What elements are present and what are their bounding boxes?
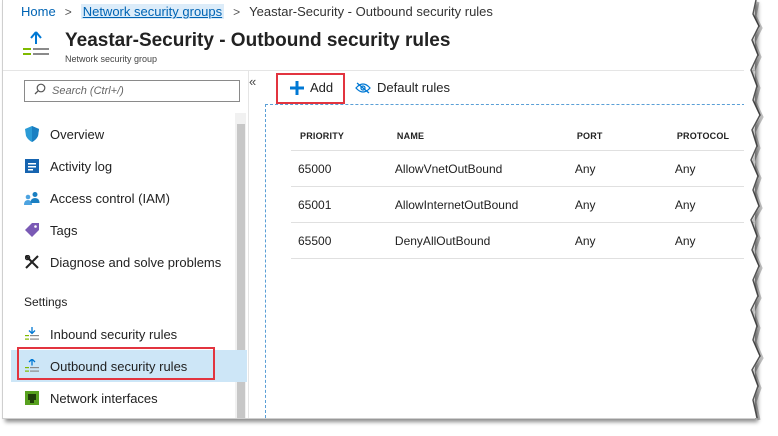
sidebar-item-network-interfaces[interactable]: Network interfaces [3,382,235,414]
outbound-rules-icon [23,30,49,65]
sidebar-item-inbound-rules[interactable]: Inbound security rules [3,318,235,350]
cell-protocol: Any [667,150,755,187]
page-title: Yeastar-Security - Outbound security rul… [65,30,451,51]
cell-protocol: Any [667,222,755,259]
sidebar-item-outbound-rules[interactable]: Outbound security rules [11,350,247,382]
tag-icon [24,222,40,238]
cell-name: AllowVnetOutBound [387,150,568,187]
column-header-priority[interactable]: PRIORITY [291,122,388,151]
collapse-sidebar-button[interactable]: « [249,74,256,89]
sidebar-item-label: Diagnose and solve problems [50,254,222,270]
cell-protocol: Any [667,186,755,223]
column-header-name[interactable]: NAME [388,122,568,151]
table-header-row: PRIORITY NAME PORT PROTOCOL [291,122,755,151]
activity-log-icon [24,158,40,174]
cell-priority: 65001 [291,186,388,223]
column-header-protocol[interactable]: PROTOCOL [668,122,755,151]
sidebar-item-label: Outbound security rules [50,358,188,374]
chevron-right-icon: > [64,4,72,19]
add-button-label: Add [310,80,334,95]
cell-name: AllowInternetOutBound [387,186,568,223]
sidebar-item-label: Network interfaces [50,390,158,406]
default-rules-label: Default rules [377,80,450,95]
plus-icon [290,80,304,95]
settings-section-label: Settings [24,295,68,309]
breadcrumb-home-link[interactable]: Home [21,4,56,19]
cell-priority: 65500 [291,222,388,259]
inbound-rules-icon [24,326,40,342]
sidebar-item-activity-log[interactable]: Activity log [3,150,235,182]
add-button[interactable]: Add [290,80,333,95]
cell-name: DenyAllOutBound [387,222,568,259]
sidebar-item-diagnose[interactable]: Diagnose and solve problems [3,246,235,278]
sidebar-item-overview[interactable]: Overview [3,118,235,150]
sidebar-item-access-control[interactable]: Access control (IAM) [3,182,235,214]
sidebar-item-label: Access control (IAM) [50,190,170,206]
page-subtitle: Network security group [65,54,158,64]
breadcrumb-nsg-link[interactable]: Network security groups [80,4,225,19]
sidebar-divider [248,71,249,418]
sidebar-item-label: Inbound security rules [50,326,178,342]
table-row[interactable]: 65500 DenyAllOutBound Any Any [291,222,755,259]
portal-frame: Home > Network security groups > Yeastar… [2,0,755,419]
sidebar-item-tags[interactable]: Tags [3,214,235,246]
breadcrumb-current: Yeastar-Security - Outbound security rul… [249,4,493,19]
cell-port: Any [567,186,668,223]
column-header-port[interactable]: PORT [568,122,668,151]
outbound-rules-table: PRIORITY NAME PORT PROTOCOL 65000 AllowV… [291,122,755,259]
search-box[interactable] [24,80,240,102]
people-icon [24,190,40,206]
cell-priority: 65000 [291,150,388,187]
torn-edge-decoration [744,0,764,421]
sidebar-item-label: Overview [50,126,105,142]
sidebar-item-label: Tags [50,222,78,238]
table-row[interactable]: 65000 AllowVnetOutBound Any Any [291,150,755,187]
cell-port: Any [567,222,668,259]
shield-icon [24,126,40,142]
chevron-right-icon: > [233,4,241,19]
wrench-icon [24,254,40,270]
eye-hidden-icon [355,82,371,94]
search-input[interactable] [52,85,212,97]
table-row[interactable]: 65001 AllowInternetOutBound Any Any [291,186,755,223]
sidebar-item-label: Activity log [50,158,113,174]
breadcrumb: Home > Network security groups > Yeastar… [21,4,493,19]
cell-port: Any [567,150,668,187]
network-interface-icon [24,390,40,406]
default-rules-button[interactable]: Default rules [355,80,450,95]
search-icon [34,82,46,100]
outbound-rules-icon [24,358,40,374]
